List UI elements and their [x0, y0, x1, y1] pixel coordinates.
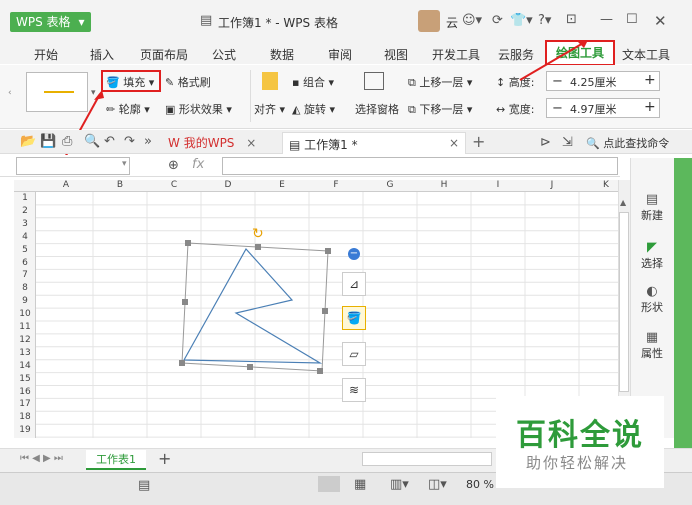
resize-handles[interactable]	[179, 240, 331, 374]
handle-ml[interactable]	[182, 299, 188, 305]
scrollbar-thumb[interactable]	[619, 212, 629, 392]
side-strip	[674, 158, 692, 448]
panel-new-button[interactable]: ▤ 新建	[634, 192, 670, 223]
float-outline-icon[interactable]: ▱	[342, 342, 366, 366]
collapse-icon[interactable]: −	[348, 248, 360, 260]
layers-icon[interactable]: ≋	[342, 378, 366, 402]
page-layout-view-icon[interactable]: ▦	[354, 477, 366, 492]
handle-tr[interactable]	[325, 248, 331, 254]
rotate-handle-icon[interactable]: ↻	[252, 226, 264, 242]
normal-view-icon[interactable]	[318, 476, 340, 492]
panel-properties-button[interactable]: ▦ 属性	[634, 330, 670, 361]
add-sheet-button[interactable]: +	[158, 449, 171, 468]
panel-select-button[interactable]: ◤ 选择	[634, 240, 670, 271]
scroll-up-icon[interactable]: ▲	[620, 198, 626, 207]
zoom-level[interactable]: 80 %	[466, 478, 494, 491]
watermark-subtitle: 助你轻松解决	[526, 454, 629, 472]
handle-bl[interactable]	[179, 360, 185, 366]
shapes-icon: ◐	[646, 284, 658, 299]
watermark-title: 百科全说	[516, 418, 644, 453]
select-icon: ◤	[647, 240, 657, 255]
sheet-nav-icons[interactable]: ⏮ ◀ ▶ ⏭	[20, 453, 63, 464]
handle-tl[interactable]	[185, 240, 191, 246]
handle-bm[interactable]	[247, 364, 253, 370]
reading-mode-icon[interactable]: ◫▾	[428, 477, 447, 492]
handle-tm[interactable]	[255, 244, 261, 250]
edit-shape-icon[interactable]: ⊿	[342, 272, 366, 296]
properties-icon: ▦	[645, 330, 659, 345]
macro-icon[interactable]: ▤	[138, 478, 150, 493]
float-fill-icon[interactable]: 🪣	[342, 306, 366, 330]
handle-br[interactable]	[317, 368, 323, 374]
new-file-icon: ▤	[645, 192, 659, 207]
panel-shape-button[interactable]: ◐ 形状	[634, 284, 670, 315]
handle-mr[interactable]	[322, 308, 328, 314]
selection-box[interactable]	[181, 242, 329, 372]
freeform-shape[interactable]	[183, 247, 323, 364]
sheet-tab-1[interactable]: 工作表1	[86, 450, 146, 470]
page-break-view-icon[interactable]: ▥▾	[390, 477, 409, 492]
horizontal-scrollbar[interactable]	[362, 452, 492, 466]
